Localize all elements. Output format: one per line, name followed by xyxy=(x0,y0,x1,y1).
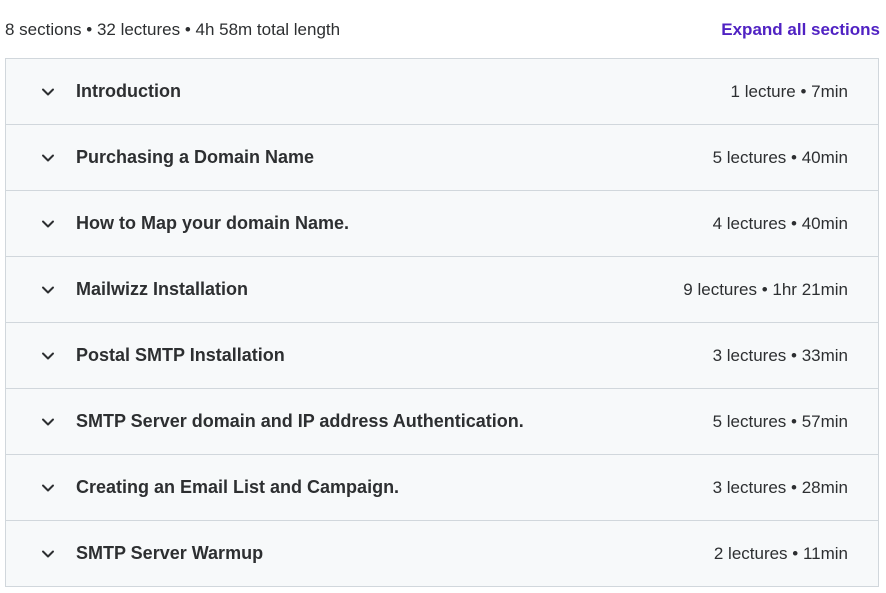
section-meta: 5 lectures • 40min xyxy=(712,148,848,167)
chevron-down-icon xyxy=(39,479,57,497)
section-meta: 9 lectures • 1hr 21min xyxy=(683,280,848,299)
chevron-down-icon xyxy=(39,83,57,101)
expand-all-sections-button[interactable]: Expand all sections xyxy=(721,20,880,40)
chevron-down-icon xyxy=(39,413,57,431)
section-meta: 3 lectures • 33min xyxy=(712,346,848,365)
chevron-down-icon xyxy=(39,149,57,167)
chevron-down-icon xyxy=(39,545,57,563)
section-row[interactable]: Creating an Email List and Campaign. 3 l… xyxy=(6,455,878,521)
section-title: Postal SMTP Installation xyxy=(76,345,285,365)
section-title: Purchasing a Domain Name xyxy=(76,147,315,167)
section-row[interactable]: SMTP Server Warmup 2 lectures • 11min xyxy=(6,521,878,587)
section-title: Mailwizz Installation xyxy=(76,279,249,299)
course-summary: 8 sections • 32 lectures • 4h 58m total … xyxy=(5,20,341,39)
chevron-down-icon xyxy=(39,347,57,365)
section-meta: 1 lecture • 7min xyxy=(730,82,848,101)
section-row[interactable]: How to Map your domain Name. 4 lectures … xyxy=(6,191,878,257)
section-meta: 3 lectures • 28min xyxy=(712,478,848,497)
section-meta: 5 lectures • 57min xyxy=(712,412,848,431)
chevron-down-icon xyxy=(39,215,57,233)
section-row[interactable]: Purchasing a Domain Name 5 lectures • 40… xyxy=(6,125,878,191)
chevron-down-icon xyxy=(39,281,57,299)
section-title: Introduction xyxy=(76,81,181,101)
section-list: Introduction 1 lecture • 7min Purchasing… xyxy=(5,58,879,587)
section-title: How to Map your domain Name. xyxy=(76,213,350,233)
section-row[interactable]: Mailwizz Installation 9 lectures • 1hr 2… xyxy=(6,257,878,323)
section-title: Creating an Email List and Campaign. xyxy=(76,477,400,497)
section-meta: 2 lectures • 11min xyxy=(713,544,848,563)
section-title: SMTP Server Warmup xyxy=(76,543,264,563)
section-title: SMTP Server domain and IP address Authen… xyxy=(76,411,524,431)
section-row[interactable]: Introduction 1 lecture • 7min xyxy=(6,59,878,125)
section-meta: 4 lectures • 40min xyxy=(712,214,848,233)
section-row[interactable]: SMTP Server domain and IP address Authen… xyxy=(6,389,878,455)
section-row[interactable]: Postal SMTP Installation 3 lectures • 33… xyxy=(6,323,878,389)
course-content-header: 8 sections • 32 lectures • 4h 58m total … xyxy=(0,0,886,58)
